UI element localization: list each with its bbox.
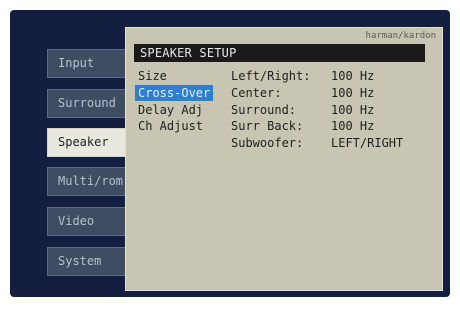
menu-item-cross-over[interactable]: Cross-Over: [135, 85, 214, 101]
setting-value-subwoofer[interactable]: LEFT/RIGHT: [331, 136, 403, 150]
tab-label: Speaker: [58, 135, 109, 149]
osd-screen: Input Surround Speaker Multi/rom Video S…: [10, 10, 450, 297]
setting-value-left-right[interactable]: 100 Hz: [331, 69, 374, 83]
menu-item-ch-adjust[interactable]: Ch Adjust: [138, 119, 203, 133]
menu-item-size[interactable]: Size: [138, 69, 167, 83]
setting-value-surround[interactable]: 100 Hz: [331, 103, 374, 117]
tab-label: Multi/rom: [58, 174, 124, 188]
setting-label-subwoofer: Subwoofer:: [231, 136, 304, 150]
setting-label-center: Center:: [231, 86, 282, 100]
panel-title: SPEAKER SETUP: [140, 46, 237, 60]
tab-label: Video: [58, 214, 95, 228]
tv-frame: Input Surround Speaker Multi/rom Video S…: [0, 0, 460, 310]
setting-label-surround: Surround:: [231, 103, 297, 117]
brand-logo-text: harman/kardon: [365, 31, 436, 41]
tab-label: Input: [58, 56, 95, 70]
setting-value-surr-back[interactable]: 100 Hz: [331, 119, 374, 133]
panel-title-bar: SPEAKER SETUP: [134, 44, 425, 62]
setting-label-surr-back: Surr Back:: [231, 119, 304, 133]
menu-item-delay-adj[interactable]: Delay Adj: [138, 103, 203, 117]
speaker-setup-panel: harman/kardon SPEAKER SETUP Size Cross-O…: [125, 27, 443, 291]
tab-label: Surround: [58, 96, 116, 110]
setting-value-center[interactable]: 100 Hz: [331, 86, 374, 100]
setting-label-left-right: Left/Right:: [231, 69, 311, 83]
tab-label: System: [58, 254, 102, 268]
